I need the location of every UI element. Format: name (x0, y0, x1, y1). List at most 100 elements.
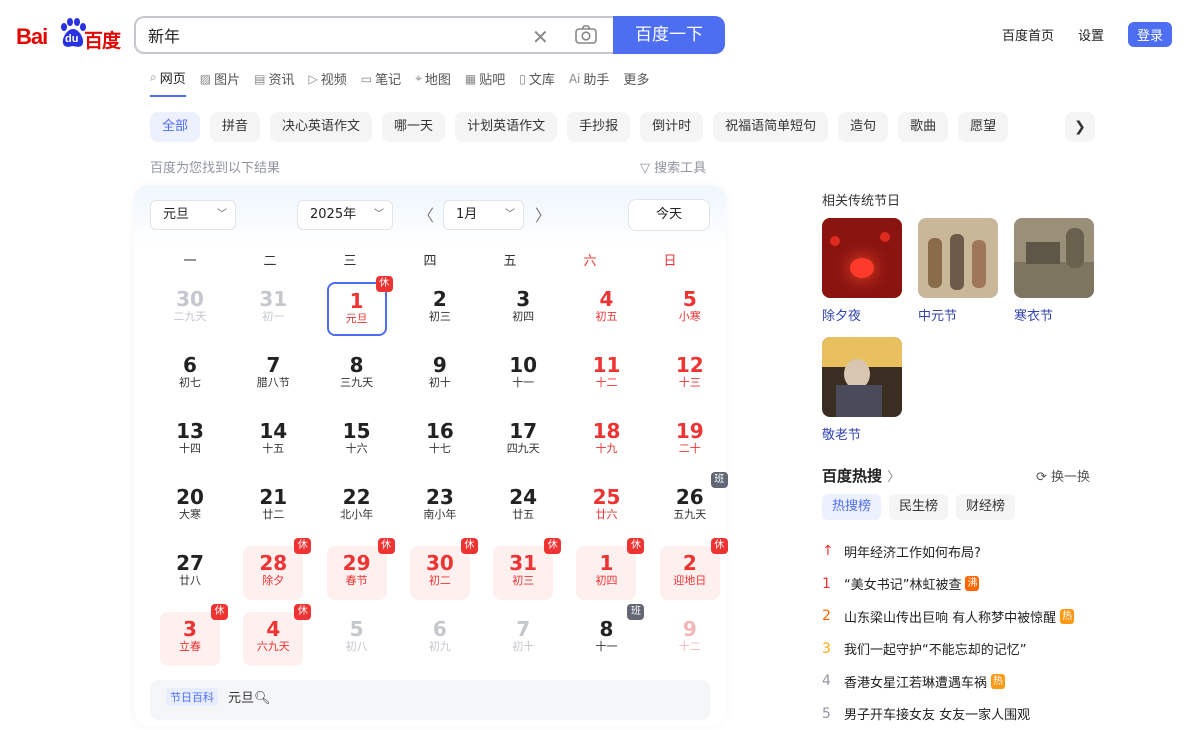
search-input[interactable] (148, 25, 508, 44)
chip[interactable]: 拼音 (210, 112, 260, 142)
calendar-day[interactable]: 18十九 (576, 414, 636, 468)
calendar-day[interactable]: 9初十 (410, 348, 470, 402)
login-button[interactable]: 登录 (1128, 22, 1172, 47)
chevron-right-icon[interactable]: ❯ (1065, 112, 1095, 142)
baike-term-link[interactable]: 元旦🔍︎ (228, 687, 271, 706)
calendar-day[interactable]: 8三九天 (327, 348, 387, 402)
calendar-day[interactable]: 3立春休 (160, 612, 220, 666)
search-button[interactable]: 百度一下 (613, 16, 725, 54)
calendar-day[interactable]: 20大寒 (160, 480, 220, 534)
month-select[interactable]: 1月 ﹀ (443, 200, 524, 230)
tab-5[interactable]: ⌖地图 (415, 68, 451, 97)
chip[interactable]: 决心英语作文 (270, 112, 372, 142)
year-select[interactable]: 2025年 ﹀ (297, 200, 393, 230)
baidu-logo[interactable]: Bai du 百度 (16, 16, 120, 52)
calendar-day[interactable]: 5初八 (327, 612, 387, 666)
hot-search-item[interactable]: 3我们一起守护“不能忘却的记忆” (822, 633, 1112, 666)
calendar-day[interactable]: 6初九 (410, 612, 470, 666)
calendar-day[interactable]: 14十五 (243, 414, 303, 468)
camera-icon[interactable] (574, 24, 598, 46)
calendar-day[interactable]: 27廿八 (160, 546, 220, 600)
tab-3[interactable]: ▷视频 (308, 68, 346, 97)
clear-icon[interactable]: ✕ (532, 25, 549, 49)
hot-tab[interactable]: 民生榜 (889, 494, 948, 520)
chip[interactable]: 手抄报 (567, 112, 630, 142)
hot-tab[interactable]: 热搜榜 (822, 494, 881, 520)
calendar-day[interactable]: 31初三休 (493, 546, 553, 600)
calendar-day[interactable]: 19二十 (660, 414, 720, 468)
calendar-day[interactable]: 3初四 (493, 282, 553, 336)
calendar-day-today[interactable]: 1元旦休 (327, 282, 387, 336)
chip[interactable]: 造句 (838, 112, 888, 142)
hot-search-item[interactable]: ↑明年经济工作如何布局? (822, 535, 1112, 568)
calendar-day[interactable]: 11十二 (576, 348, 636, 402)
calendar-day[interactable]: 2初三 (410, 282, 470, 336)
calendar-day[interactable]: 15十六 (327, 414, 387, 468)
calendar-day[interactable]: 4六九天休 (243, 612, 303, 666)
calendar-day[interactable]: 26五九天班 (660, 480, 720, 534)
calendar-day[interactable]: 10十一 (493, 348, 553, 402)
calendar-day[interactable]: 6初七 (160, 348, 220, 402)
search-tabs: ⌕网页 ▨图片 ▤资讯 ▷视频 ▭笔记 ⌖地图 ▦贴吧 ▯文库 Ai助手更多 (150, 68, 649, 97)
festival-card[interactable]: 除夕夜 (822, 218, 902, 324)
calendar-day[interactable]: 7腊八节 (243, 348, 303, 402)
chip[interactable]: 歌曲 (898, 112, 948, 142)
calendar-day[interactable]: 24廿五 (493, 480, 553, 534)
today-button[interactable]: 今天 (628, 199, 710, 231)
calendar-day[interactable]: 30二九天 (160, 282, 220, 336)
tab-7[interactable]: ▯文库 (519, 68, 555, 97)
chip[interactable]: 倒计时 (640, 112, 703, 142)
calendar-day[interactable]: 28除夕休 (243, 546, 303, 600)
tab-8[interactable]: Ai助手 (569, 68, 610, 97)
calendar-day[interactable]: 16十七 (410, 414, 470, 468)
hot-rank: 5 (822, 706, 844, 722)
calendar-day[interactable]: 4初五 (576, 282, 636, 336)
chevron-right-icon[interactable]: 〉 (535, 202, 551, 226)
tab-label: 视频 (321, 69, 347, 88)
chevron-left-icon[interactable]: 〈 (418, 202, 434, 226)
calendar-day[interactable]: 31初一 (243, 282, 303, 336)
chip[interactable]: 愿望 (958, 112, 1008, 142)
tab-9[interactable]: 更多 (623, 68, 649, 97)
calendar-day[interactable]: 1初四休 (576, 546, 636, 600)
calendar-day[interactable]: 9十二 (660, 612, 720, 666)
calendar-day[interactable]: 22北小年 (327, 480, 387, 534)
calendar-day[interactable]: 17四九天 (493, 414, 553, 468)
chip[interactable]: 哪一天 (382, 112, 445, 142)
chip[interactable]: 祝福语简单短句 (713, 112, 828, 142)
festival-card[interactable]: 寒衣节 (1014, 218, 1094, 324)
hot-search-title[interactable]: 百度热搜 〉 (822, 465, 900, 486)
calendar-day[interactable]: 8十一班 (576, 612, 636, 666)
calendar-day[interactable]: 23南小年 (410, 480, 470, 534)
hot-search-item[interactable]: 5男子开车接女友 女友一家人围观 (822, 698, 1112, 730)
tab-4[interactable]: ▭笔记 (361, 68, 401, 97)
hot-search-item[interactable]: 1“美女书记”林虹被查沸 (822, 568, 1112, 601)
holiday-select[interactable]: 元旦 ﹀ (150, 200, 236, 230)
chip[interactable]: 计划英语作文 (455, 112, 557, 142)
hot-tab[interactable]: 财经榜 (956, 494, 1015, 520)
calendar-day[interactable]: 12十三 (660, 348, 720, 402)
tab-1[interactable]: ▨图片 (200, 68, 240, 97)
calendar-day[interactable]: 5小寒 (660, 282, 720, 336)
calendar-day[interactable]: 25廿六 (576, 480, 636, 534)
festival-card[interactable]: 敬老节 (822, 337, 902, 443)
festival-card[interactable]: 中元节 (918, 218, 998, 324)
calendar-day[interactable]: 13十四 (160, 414, 220, 468)
search-tools-button[interactable]: ▽ 搜索工具 (640, 157, 706, 176)
holiday-baike: 节日百科 元旦🔍︎ (150, 680, 710, 720)
hot-search-item[interactable]: 4香港女星江若琳遭遇车祸热 (822, 665, 1112, 698)
refresh-icon: ⟳ (1036, 470, 1047, 485)
tab-0[interactable]: ⌕网页 (150, 68, 186, 97)
tab-2[interactable]: ▤资讯 (254, 68, 294, 97)
settings-link[interactable]: 设置 (1078, 25, 1104, 44)
refresh-button[interactable]: ⟳ 换一换 (1036, 466, 1090, 485)
calendar-day[interactable]: 2迎地日休 (660, 546, 720, 600)
hot-search-item[interactable]: 2山东梁山传出巨响 有人称梦中被惊醒热 (822, 600, 1112, 633)
chip[interactable]: 全部 (150, 112, 200, 142)
calendar-day[interactable]: 30初二休 (410, 546, 470, 600)
home-link[interactable]: 百度首页 (1002, 25, 1054, 44)
calendar-day[interactable]: 29春节休 (327, 546, 387, 600)
calendar-day[interactable]: 7初十 (493, 612, 553, 666)
tab-6[interactable]: ▦贴吧 (465, 68, 505, 97)
calendar-day[interactable]: 21廿二 (243, 480, 303, 534)
